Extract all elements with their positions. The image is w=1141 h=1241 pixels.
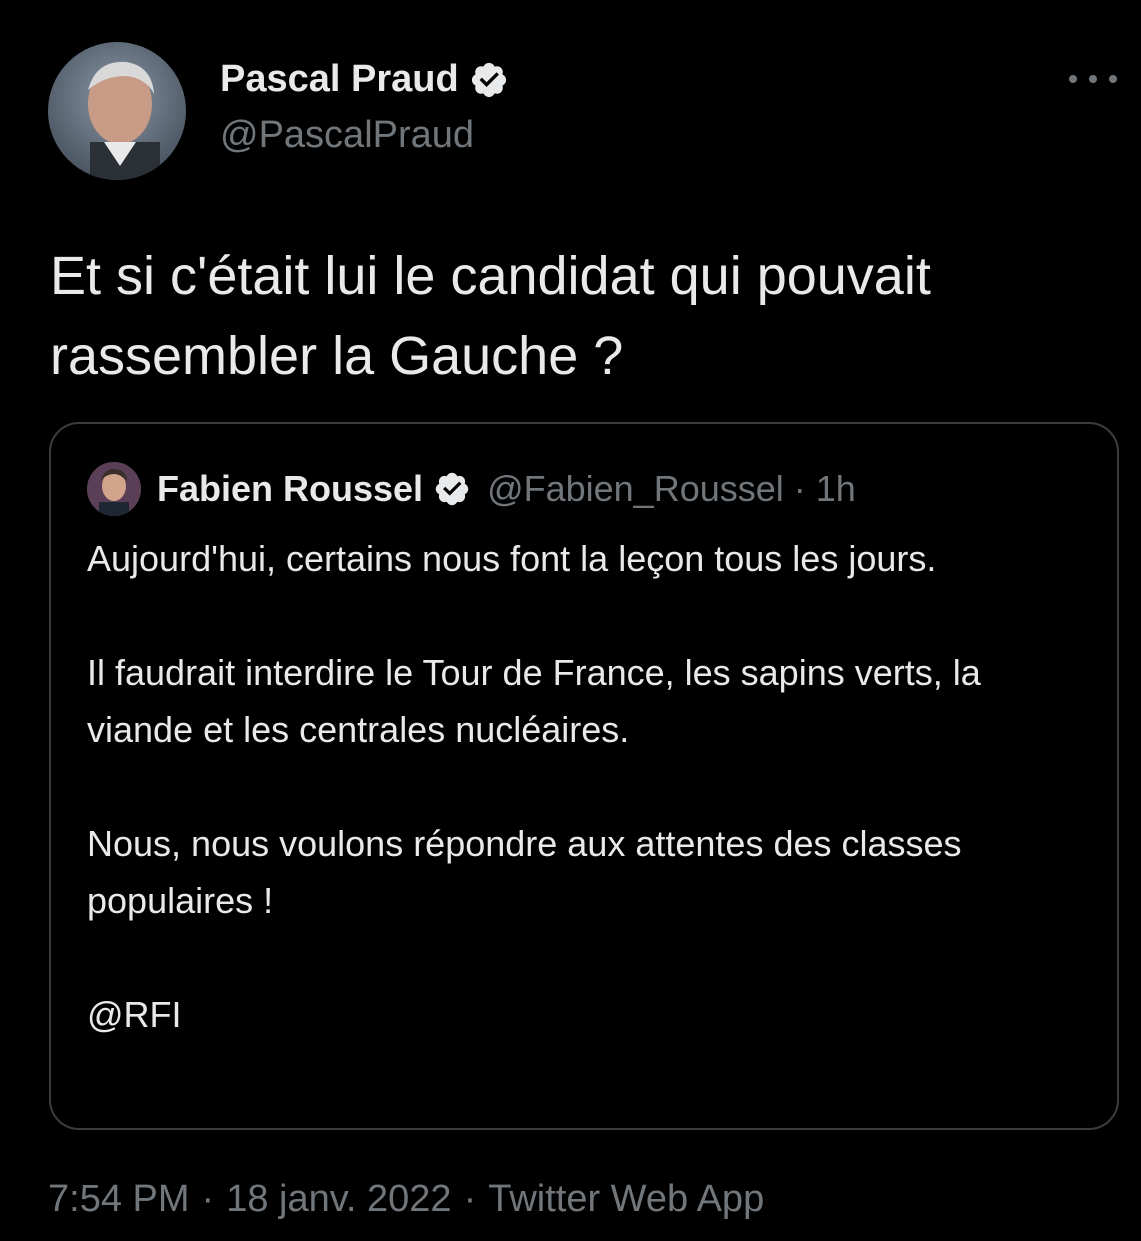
more-options-button[interactable] — [1069, 64, 1117, 94]
more-dot — [1109, 75, 1117, 83]
separator-dot: · — [463, 1178, 477, 1220]
quoted-paragraph: Il faudrait interdire le Tour de France,… — [87, 652, 981, 750]
quoted-tweet-time: 1h — [815, 468, 856, 509]
avatar-photo — [48, 42, 186, 180]
quoted-author-handle: @Fabien_Roussel — [487, 468, 784, 509]
tweet-text: Et si c'était lui le candidat qui pouvai… — [50, 246, 931, 386]
more-horizontal-icon — [1069, 75, 1077, 83]
verified-badge-icon — [433, 470, 471, 508]
tweet-source[interactable]: Twitter Web App — [488, 1178, 764, 1220]
quoted-author-name: Fabien Roussel — [157, 468, 424, 509]
more-dot — [1089, 75, 1097, 83]
quoted-author-avatar[interactable] — [87, 462, 141, 516]
separator-dot: · — [793, 468, 806, 509]
tweet-time[interactable]: 7:54 PM — [48, 1178, 190, 1220]
quoted-mention-link[interactable]: @RFI — [87, 986, 1087, 1043]
quoted-tweet-header: Fabien Roussel @Fabien_Roussel · 1h — [87, 462, 856, 516]
verified-badge-icon — [469, 60, 509, 100]
author-name[interactable]: Pascal Praud — [220, 58, 459, 101]
author-avatar[interactable] — [48, 42, 186, 180]
tweet-date[interactable]: 18 janv. 2022 — [226, 1178, 451, 1220]
avatar-photo — [87, 462, 141, 516]
author-name-row[interactable]: Pascal Praud — [220, 58, 509, 101]
quoted-paragraph: Nous, nous voulons répondre aux attentes… — [87, 823, 962, 921]
quoted-tweet-body: Aujourd'hui, certains nous font la leçon… — [87, 530, 1087, 1043]
author-handle[interactable]: @PascalPraud — [220, 114, 474, 157]
separator-dot: · — [201, 1178, 215, 1220]
tweet-metadata: 7:54 PM · 18 janv. 2022 · Twitter Web App — [48, 1178, 764, 1221]
quoted-tweet-card[interactable]: Fabien Roussel @Fabien_Roussel · 1h Aujo… — [49, 422, 1119, 1130]
quoted-paragraph: Aujourd'hui, certains nous font la leçon… — [87, 538, 937, 579]
